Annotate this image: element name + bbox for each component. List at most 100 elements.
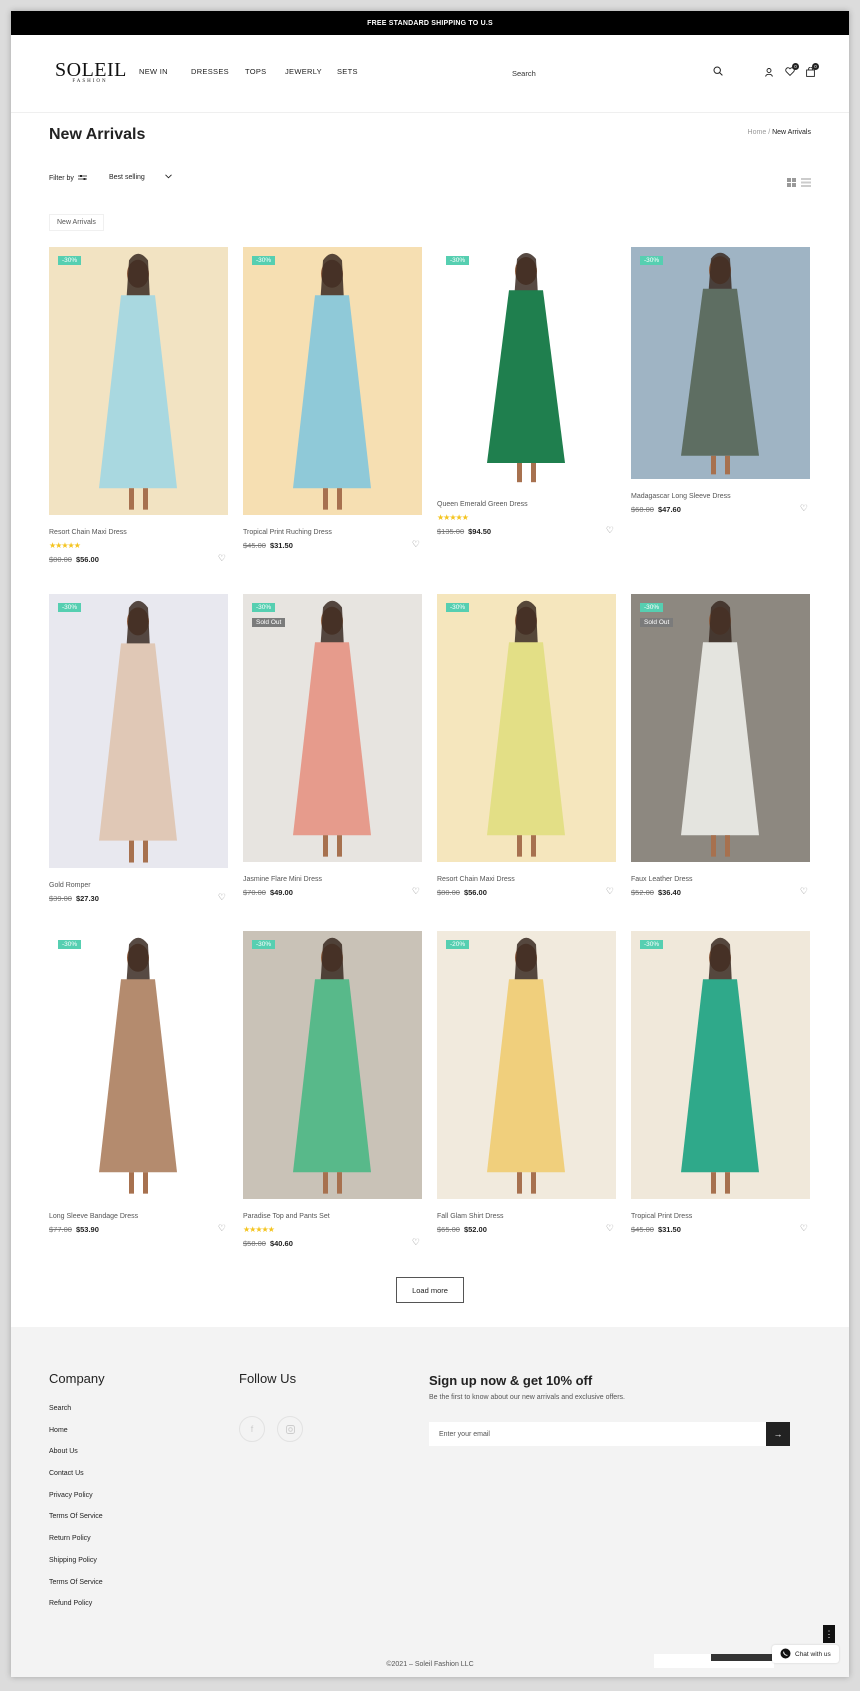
wishlist-heart-icon[interactable]: ♡ <box>800 1223 808 1234</box>
sort-value: Best selling <box>109 174 145 181</box>
product-card[interactable]: -30% Sold Out Faux Leather Dress $52.00 $36.… <box>631 594 810 897</box>
list-icon[interactable] <box>801 174 811 192</box>
site-header: SOLEIL FASHION NEW IN DRESSES TOPS JEWER… <box>11 35 849 113</box>
product-card[interactable]: -30% Long Sleeve Bandage Dress $77.00 $53.9… <box>49 931 228 1234</box>
discount-badge: -20% <box>446 940 470 949</box>
nav-item-new-in[interactable]: NEW IN <box>139 67 191 76</box>
product-image[interactable]: -30% Sold Out <box>243 594 422 862</box>
product-image[interactable]: -30% <box>243 931 422 1199</box>
wishlist-heart-icon[interactable]: ♡ <box>606 886 614 897</box>
product-card[interactable]: -30% Tropical Print Dress $45.00 $31.50 ♡ <box>631 931 810 1234</box>
nav-item-jewerly[interactable]: JEWERLY <box>285 67 337 76</box>
product-image[interactable]: -30% <box>631 247 810 479</box>
wishlist-heart-icon[interactable]: ♡ <box>606 1223 614 1234</box>
wishlist-heart-icon[interactable]: ♡ <box>218 1223 226 1234</box>
product-card[interactable]: -30% Madagascar Long Sleeve Dress $68.00 $4… <box>631 247 810 514</box>
more-options-icon[interactable]: ⋮ <box>823 1625 835 1643</box>
product-name[interactable]: Jasmine Flare Mini Dress <box>243 876 422 883</box>
instagram-icon[interactable] <box>277 1416 303 1442</box>
original-price: $52.00 <box>631 888 654 897</box>
load-more-button[interactable]: Load more <box>396 1277 464 1303</box>
footer-link-terms[interactable]: Terms Of Service <box>49 1513 103 1535</box>
wishlist-heart-icon[interactable]: ♡ <box>606 525 614 536</box>
search-icon[interactable] <box>713 66 723 76</box>
model-figure <box>99 937 177 1194</box>
original-price: $68.00 <box>631 505 654 514</box>
product-name[interactable]: Faux Leather Dress <box>631 876 810 883</box>
product-name[interactable]: Madagascar Long Sleeve Dress <box>631 493 810 500</box>
footer-link-terms-2[interactable]: Terms Of Service <box>49 1579 103 1601</box>
wishlist-heart-icon[interactable]: ♡ <box>412 886 420 897</box>
product-card[interactable]: -30% Gold Romper $39.00 $27.30 ♡ <box>49 594 228 903</box>
footer-link-return[interactable]: Return Policy <box>49 1535 103 1557</box>
discount-badge: -30% <box>446 256 470 265</box>
product-card[interactable]: -30% Tropical Print Ruching Dress $45.00 $3… <box>243 247 422 550</box>
model-figure <box>487 253 565 483</box>
wishlist-count: 0 <box>792 63 799 70</box>
nav-item-dresses[interactable]: DRESSES <box>191 67 245 76</box>
wishlist-heart-icon[interactable]: ♡ <box>800 503 808 514</box>
product-card[interactable]: -30% Resort Chain Maxi Dress $80.00 $56.00 ♡ <box>437 594 616 897</box>
brand-logo[interactable]: SOLEIL FASHION <box>55 60 126 84</box>
copyright: ©2021 – Soleil Fashion LLC <box>386 1661 474 1668</box>
heart-icon[interactable]: 0 <box>785 63 799 76</box>
product-card[interactable]: -20% Fall Glam Shirt Dress $65.00 $52.00 ♡ <box>437 931 616 1234</box>
product-image[interactable]: -30% <box>49 247 228 515</box>
facebook-icon[interactable]: f <box>239 1416 265 1442</box>
product-name[interactable]: Long Sleeve Bandage Dress <box>49 1213 228 1220</box>
original-price: $70.00 <box>243 888 266 897</box>
product-name[interactable]: Tropical Print Dress <box>631 1213 810 1220</box>
product-name[interactable]: Resort Chain Maxi Dress <box>49 529 228 536</box>
footer-link-home[interactable]: Home <box>49 1427 103 1449</box>
product-name[interactable]: Resort Chain Maxi Dress <box>437 876 616 883</box>
sold-out-badge: Sold Out <box>640 618 674 627</box>
product-image[interactable]: -30% <box>243 247 422 515</box>
product-name[interactable]: Gold Romper <box>49 882 228 889</box>
footer-link-privacy[interactable]: Privacy Policy <box>49 1492 103 1514</box>
product-card[interactable]: -30% Sold Out Jasmine Flare Mini Dress $70.… <box>243 594 422 897</box>
user-icon[interactable] <box>765 68 773 77</box>
nav-item-sets[interactable]: SETS <box>337 67 358 76</box>
price: $68.00 $47.60 <box>631 505 810 514</box>
product-image[interactable]: -20% <box>437 931 616 1199</box>
footer-link-about[interactable]: About Us <box>49 1448 103 1470</box>
bag-icon[interactable]: 0 <box>806 63 819 77</box>
wishlist-heart-icon[interactable]: ♡ <box>800 886 808 897</box>
sort-select[interactable]: Best selling <box>109 174 172 181</box>
breadcrumb-home[interactable]: Home <box>748 129 767 136</box>
product-image[interactable]: -30% <box>631 931 810 1199</box>
footer-link-shipping[interactable]: Shipping Policy <box>49 1557 103 1579</box>
product-name[interactable]: Tropical Print Ruching Dress <box>243 529 422 536</box>
model-figure <box>293 937 371 1194</box>
product-image[interactable]: -30% <box>437 247 616 487</box>
sale-price: $53.90 <box>75 1225 99 1234</box>
product-name[interactable]: Paradise Top and Pants Set <box>243 1213 422 1220</box>
footer-link-contact[interactable]: Contact Us <box>49 1470 103 1492</box>
product-image[interactable]: -30% <box>49 594 228 868</box>
nav-item-tops[interactable]: TOPS <box>245 67 285 76</box>
collection-tag[interactable]: New Arrivals <box>49 214 104 231</box>
original-price: $135.00 <box>437 527 465 536</box>
breadcrumb-current: New Arrivals <box>772 129 811 136</box>
product-card[interactable]: -30% Resort Chain Maxi Dress ★★★★★ $80.00 $5… <box>49 247 228 564</box>
footer-link-refund[interactable]: Refund Policy <box>49 1600 103 1622</box>
email-field[interactable]: Enter your email <box>429 1422 766 1446</box>
grid-icon[interactable] <box>787 174 796 192</box>
footer-follow-heading: Follow Us <box>239 1371 297 1386</box>
product-image[interactable]: -30% <box>49 931 228 1199</box>
search-label[interactable]: Search <box>512 69 536 78</box>
product-name[interactable]: Fall Glam Shirt Dress <box>437 1213 616 1220</box>
wishlist-heart-icon[interactable]: ♡ <box>218 553 226 564</box>
footer-link-search[interactable]: Search <box>49 1405 103 1427</box>
chat-bar-fill <box>711 1654 773 1661</box>
product-card[interactable]: -30% Paradise Top and Pants Set ★★★★★ $58.0… <box>243 931 422 1248</box>
wishlist-heart-icon[interactable]: ♡ <box>218 892 226 903</box>
price: $135.00 $94.50 <box>437 527 616 536</box>
arrow-right-icon[interactable]: → <box>766 1422 790 1446</box>
product-image[interactable]: -30% <box>437 594 616 862</box>
wishlist-heart-icon[interactable]: ♡ <box>412 1237 420 1248</box>
wishlist-heart-icon[interactable]: ♡ <box>412 539 420 550</box>
product-name[interactable]: Queen Emerald Green Dress <box>437 501 616 508</box>
product-image[interactable]: -30% Sold Out <box>631 594 810 862</box>
product-card[interactable]: -30% Queen Emerald Green Dress ★★★★★ $135.0… <box>437 247 616 536</box>
